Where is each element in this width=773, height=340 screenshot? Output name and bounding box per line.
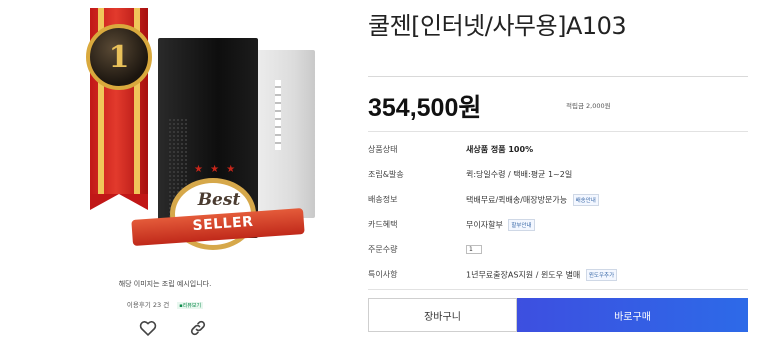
detail-row-shipping-time: 조립&발송 퀵:당일수령 / 택배:평균 1~2일 [368, 162, 748, 187]
detail-value: 무이자할부 [466, 220, 503, 230]
divider [368, 76, 748, 77]
share-actions [138, 318, 208, 338]
review-link[interactable]: ▪리뷰보기 [177, 302, 204, 309]
buy-now-button[interactable]: 바로구매 [517, 298, 748, 332]
detail-row-condition: 상품상태 새상품 정품 100% [368, 137, 748, 162]
detail-value: 퀵:당일수령 / 택배:평균 1~2일 [466, 170, 573, 179]
detail-value: 새상품 정품 100% [466, 145, 534, 154]
delivery-info-button[interactable]: 배송안내 [572, 194, 599, 206]
detail-label: 특이사항 [368, 270, 398, 279]
product-image[interactable]: 1 ★ ★ ★ Best SELLER [40, 0, 315, 268]
heart-icon[interactable] [138, 318, 158, 338]
reward-points: 적립금 2,000원 [566, 102, 611, 110]
installment-info-button[interactable]: 할부안내 [508, 219, 535, 231]
detail-value: 택배무료/퀵배송/매장방문가능 [466, 195, 568, 205]
detail-label: 카드혜택 [368, 220, 398, 229]
review-count[interactable]: 이용후기 23 건 ▪리뷰보기 [0, 299, 330, 309]
windows-add-button[interactable]: 윈도우추가 [585, 269, 618, 281]
divider [368, 131, 748, 132]
detail-label: 주문수량 [368, 245, 398, 254]
best-seller-badge: ★ ★ ★ Best SELLER [131, 160, 305, 260]
divider [368, 289, 748, 290]
product-price: 354,500원 [368, 94, 482, 122]
detail-label: 배송정보 [368, 195, 398, 204]
quantity-field[interactable]: 1 [466, 245, 482, 254]
review-count-text: 이용후기 23 건 [126, 301, 170, 309]
add-to-cart-button[interactable]: 장바구니 [368, 298, 517, 332]
detail-label: 조립&발송 [368, 170, 404, 179]
image-caption: 해당 이미지는 조립 예시입니다. [118, 280, 212, 288]
detail-row-quantity: 주문수량 1 [368, 237, 748, 262]
detail-row-delivery: 배송정보 택배무료/퀵배송/매장방문가능 배송안내 [368, 187, 748, 212]
detail-label: 상품상태 [368, 145, 398, 154]
rank-medal-icon: 1 [86, 24, 152, 90]
detail-row-notes: 특이사항 1년무료출장AS지원 / 윈도우 별매 윈도우추가 [368, 262, 748, 287]
badge-best-text: Best [197, 190, 241, 210]
product-title: 쿨젠[인터넷/사무용]A103 [368, 12, 627, 40]
stars-icon: ★ ★ ★ [194, 164, 238, 175]
detail-value: 1년무료출장AS지원 / 윈도우 별매 [466, 270, 581, 280]
detail-row-card: 카드혜택 무이자할부 할부안내 [368, 212, 748, 237]
medal-number: 1 [108, 39, 130, 75]
link-icon[interactable] [188, 318, 208, 338]
product-gallery: 1 ★ ★ ★ Best SELLER 해당 이미지는 조립 예시입니다. 이용… [0, 0, 330, 340]
product-info: 쿨젠[인터넷/사무용]A103 354,500원 적립금 2,000원 상품상태… [368, 0, 748, 340]
product-details: 상품상태 새상품 정품 100% 조립&발송 퀵:당일수령 / 택배:평균 1~… [368, 137, 748, 287]
